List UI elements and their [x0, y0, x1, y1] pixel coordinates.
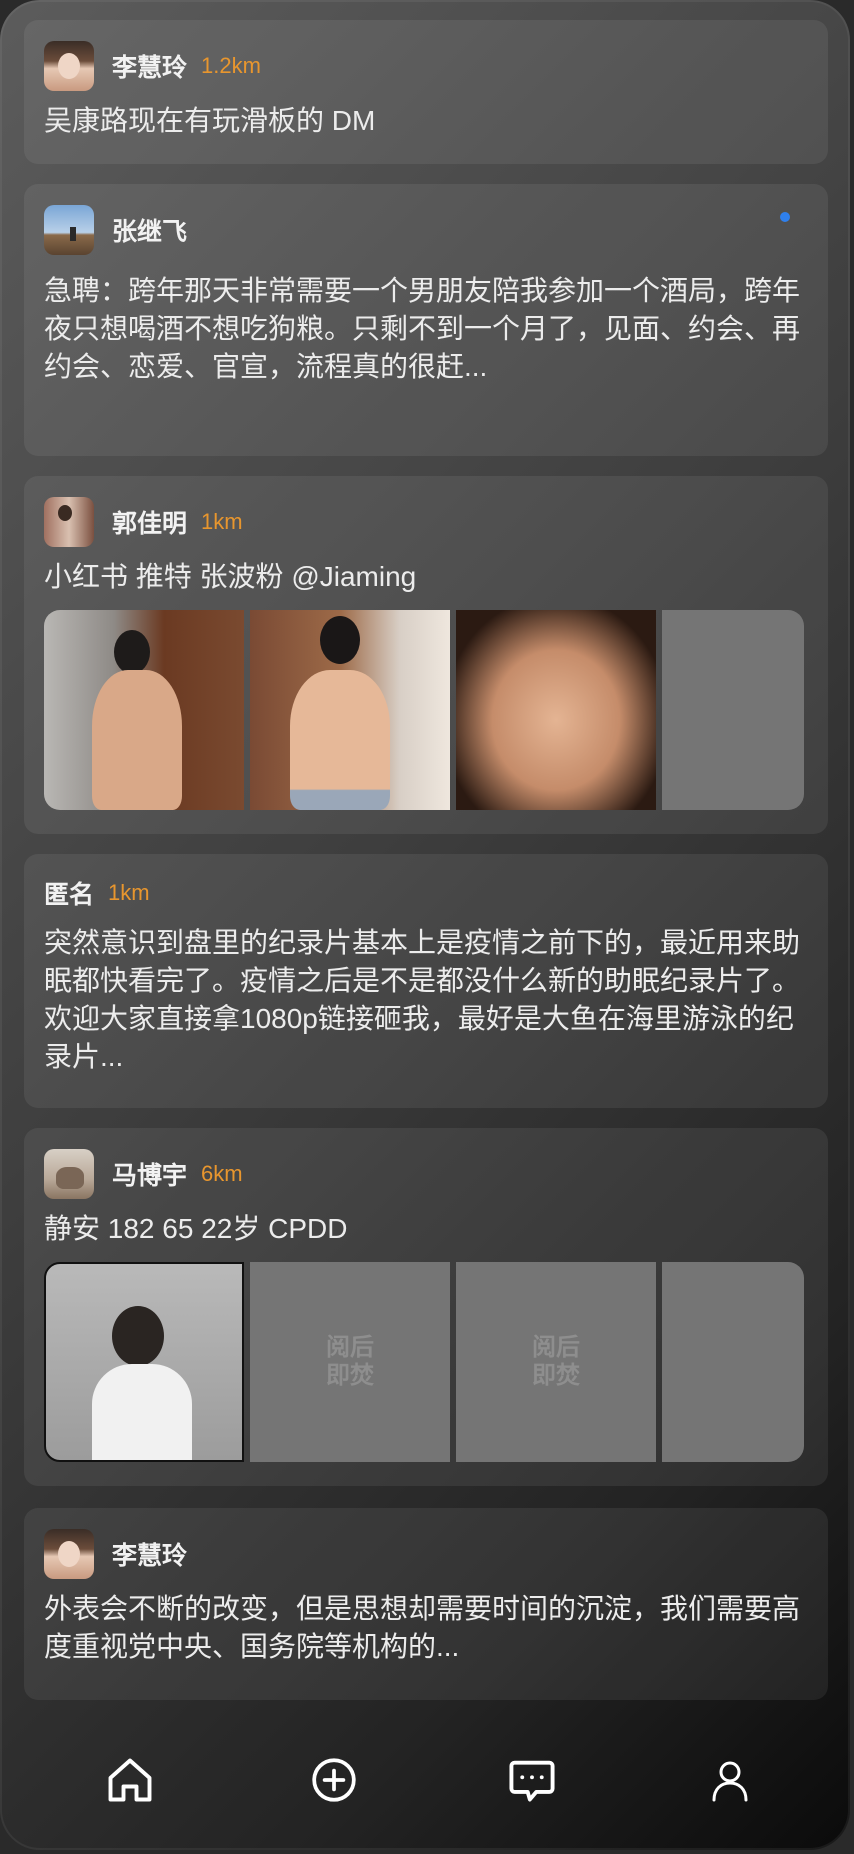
post-distance: 1km	[108, 880, 150, 905]
more-photos[interactable]	[662, 1262, 804, 1462]
chat-icon	[509, 1760, 555, 1802]
post-author[interactable]: 郭佳明	[112, 504, 187, 540]
home-icon	[108, 1758, 152, 1802]
post-author[interactable]: 李慧玲	[112, 1536, 187, 1572]
post-author[interactable]: 马博宇	[112, 1156, 187, 1192]
post-card[interactable]: 李慧玲 外表会不断的改变，但是思想却需要时间的沉淀，我们需要高度重视党中央、国务…	[24, 1508, 828, 1700]
nav-home[interactable]	[90, 1740, 170, 1820]
post-text: 突然意识到盘里的纪录片基本上是疫情之前下的，最近用来助眠都快看完了。疫情之后是不…	[44, 927, 801, 1072]
photo-grid	[44, 610, 808, 810]
bottom-nav	[0, 1740, 850, 1830]
burn-after-reading-photo[interactable]: 阅后即焚	[456, 1262, 656, 1462]
post-card[interactable]: 马博宇 6km 静安 182 65 22岁 CPDD 阅后即焚 阅后即焚	[24, 1128, 828, 1486]
avatar[interactable]	[44, 1149, 94, 1199]
post-text: 吴康路现在有玩滑板的 DM	[44, 105, 376, 136]
add-circle-icon	[312, 1758, 356, 1802]
avatar[interactable]	[44, 497, 94, 547]
post-text: 静安 182 65 22岁 CPDD	[44, 1213, 348, 1244]
avatar[interactable]	[44, 205, 94, 255]
post-text: 外表会不断的改变，但是思想却需要时间的沉淀，我们需要高度重视党中央、国务院等机构…	[44, 1593, 801, 1662]
post-card[interactable]: 张继飞 急聘：跨年那天非常需要一个男朋友陪我参加一个酒局，跨年夜只想喝酒不想吃狗…	[24, 184, 828, 456]
post-card[interactable]: 李慧玲 1.2km 吴康路现在有玩滑板的 DM	[24, 20, 828, 164]
more-photos[interactable]	[662, 610, 804, 810]
post-card[interactable]: 郭佳明 1km 小红书 推特 张波粉 @Jiaming	[24, 476, 828, 834]
post-text: 急聘：跨年那天非常需要一个男朋友陪我参加一个酒局，跨年夜只想喝酒不想吃狗粮。只剩…	[44, 275, 801, 382]
post-photo[interactable]	[44, 610, 244, 810]
nav-messages[interactable]	[492, 1740, 572, 1820]
post-distance: 1km	[201, 509, 243, 534]
phone-screen: 李慧玲 1.2km 吴康路现在有玩滑板的 DM 张继飞 急聘：跨年那天非常需要一…	[0, 0, 850, 1850]
nav-post[interactable]	[294, 1740, 374, 1820]
avatar[interactable]	[44, 41, 94, 91]
post-distance: 6km	[201, 1161, 243, 1186]
burn-after-reading-label: 阅后即焚	[326, 1334, 374, 1389]
post-text: 小红书 推特 张波粉 @Jiaming	[44, 561, 417, 592]
avatar[interactable]	[44, 1529, 94, 1579]
post-author: 匿名	[44, 881, 95, 909]
post-photo[interactable]	[44, 1262, 244, 1462]
post-card[interactable]: 匿名 1km 突然意识到盘里的纪录片基本上是疫情之前下的，最近用来助眠都快看完了…	[24, 854, 828, 1108]
post-author[interactable]: 李慧玲	[112, 48, 187, 84]
unread-dot	[780, 212, 790, 222]
post-author[interactable]: 张继飞	[112, 212, 187, 248]
burn-after-reading-label: 阅后即焚	[532, 1334, 580, 1389]
burn-after-reading-photo[interactable]: 阅后即焚	[250, 1262, 450, 1462]
photo-grid: 阅后即焚 阅后即焚	[44, 1262, 808, 1462]
post-photo[interactable]	[250, 610, 450, 810]
profile-icon	[712, 1761, 748, 1802]
post-distance: 1.2km	[201, 53, 261, 78]
post-photo[interactable]	[456, 610, 656, 810]
nav-profile[interactable]	[690, 1740, 770, 1820]
